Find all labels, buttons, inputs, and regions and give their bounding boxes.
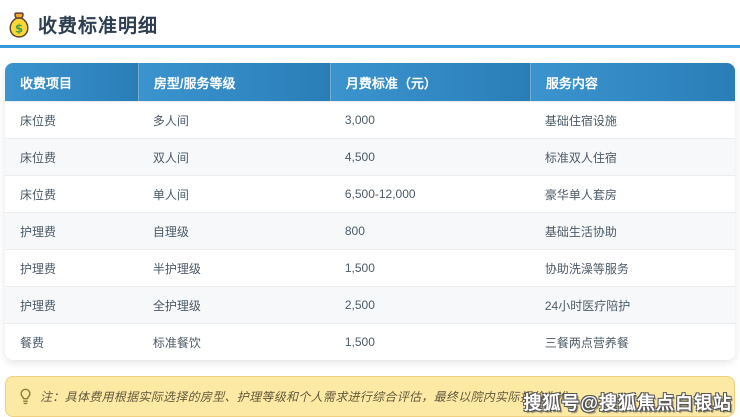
cell-item: 餐费 — [5, 324, 138, 360]
money-bag-icon: $ — [8, 12, 30, 38]
note-text: 注：具体费用根据实际选择的房型、护理等级和个人需求进行综合评估，最终以院内实际报… — [40, 388, 581, 405]
table-row: 床位费 双人间 4,500 标准双人住宿 — [5, 138, 735, 175]
cell-monthly-fee: 1,500 — [330, 250, 530, 286]
cell-service: 标准双人住宿 — [530, 139, 735, 175]
svg-text:$: $ — [15, 21, 23, 35]
cell-room-type: 自理级 — [138, 213, 330, 249]
cell-monthly-fee: 1,500 — [330, 324, 530, 360]
fee-table: 收费项目 房型/服务等级 月费标准（元） 服务内容 床位费 多人间 3,000 … — [5, 63, 735, 360]
page-title: 收费标准明细 — [38, 11, 158, 38]
table-row: 护理费 全护理级 2,500 24小时医疗陪护 — [5, 286, 735, 323]
cell-item: 护理费 — [5, 250, 138, 286]
cell-room-type: 全护理级 — [138, 287, 330, 323]
cell-monthly-fee: 4,500 — [330, 139, 530, 175]
cell-room-type: 多人间 — [138, 102, 330, 138]
cell-service: 三餐两点营养餐 — [530, 324, 735, 360]
cell-monthly-fee: 2,500 — [330, 287, 530, 323]
cell-room-type: 单人间 — [138, 176, 330, 212]
section-header: $ 收费标准明细 — [0, 0, 740, 45]
column-header-room-type: 房型/服务等级 — [138, 63, 330, 101]
cell-service: 豪华单人套房 — [530, 176, 735, 212]
table-row: 床位费 单人间 6,500-12,000 豪华单人套房 — [5, 175, 735, 212]
title-underline — [0, 45, 740, 48]
cell-room-type: 双人间 — [138, 139, 330, 175]
lightbulb-icon — [18, 388, 33, 405]
cell-service: 协助洗澡等服务 — [530, 250, 735, 286]
cell-service: 基础生活协助 — [530, 213, 735, 249]
cell-monthly-fee: 6,500-12,000 — [330, 176, 530, 212]
watermark: 搜狐号@搜狐焦点白银站 — [523, 389, 732, 415]
cell-room-type: 标准餐饮 — [138, 324, 330, 360]
cell-item: 护理费 — [5, 287, 138, 323]
cell-item: 护理费 — [5, 213, 138, 249]
cell-room-type: 半护理级 — [138, 250, 330, 286]
table-row: 床位费 多人间 3,000 基础住宿设施 — [5, 101, 735, 138]
table-header-row: 收费项目 房型/服务等级 月费标准（元） 服务内容 — [5, 63, 735, 101]
cell-item: 床位费 — [5, 102, 138, 138]
table-row: 餐费 标准餐饮 1,500 三餐两点营养餐 — [5, 323, 735, 360]
table-row: 护理费 自理级 800 基础生活协助 — [5, 212, 735, 249]
cell-item: 床位费 — [5, 176, 138, 212]
cell-item: 床位费 — [5, 139, 138, 175]
cell-monthly-fee: 800 — [330, 213, 530, 249]
table-row: 护理费 半护理级 1,500 协助洗澡等服务 — [5, 249, 735, 286]
cell-service: 24小时医疗陪护 — [530, 287, 735, 323]
column-header-monthly-fee: 月费标准（元） — [330, 63, 530, 101]
fee-schedule-page: $ 收费标准明细 收费项目 房型/服务等级 月费标准（元） 服务内容 床位费 多… — [0, 0, 740, 417]
column-header-service: 服务内容 — [530, 63, 735, 101]
column-header-item: 收费项目 — [5, 63, 138, 101]
cell-service: 基础住宿设施 — [530, 102, 735, 138]
cell-monthly-fee: 3,000 — [330, 102, 530, 138]
